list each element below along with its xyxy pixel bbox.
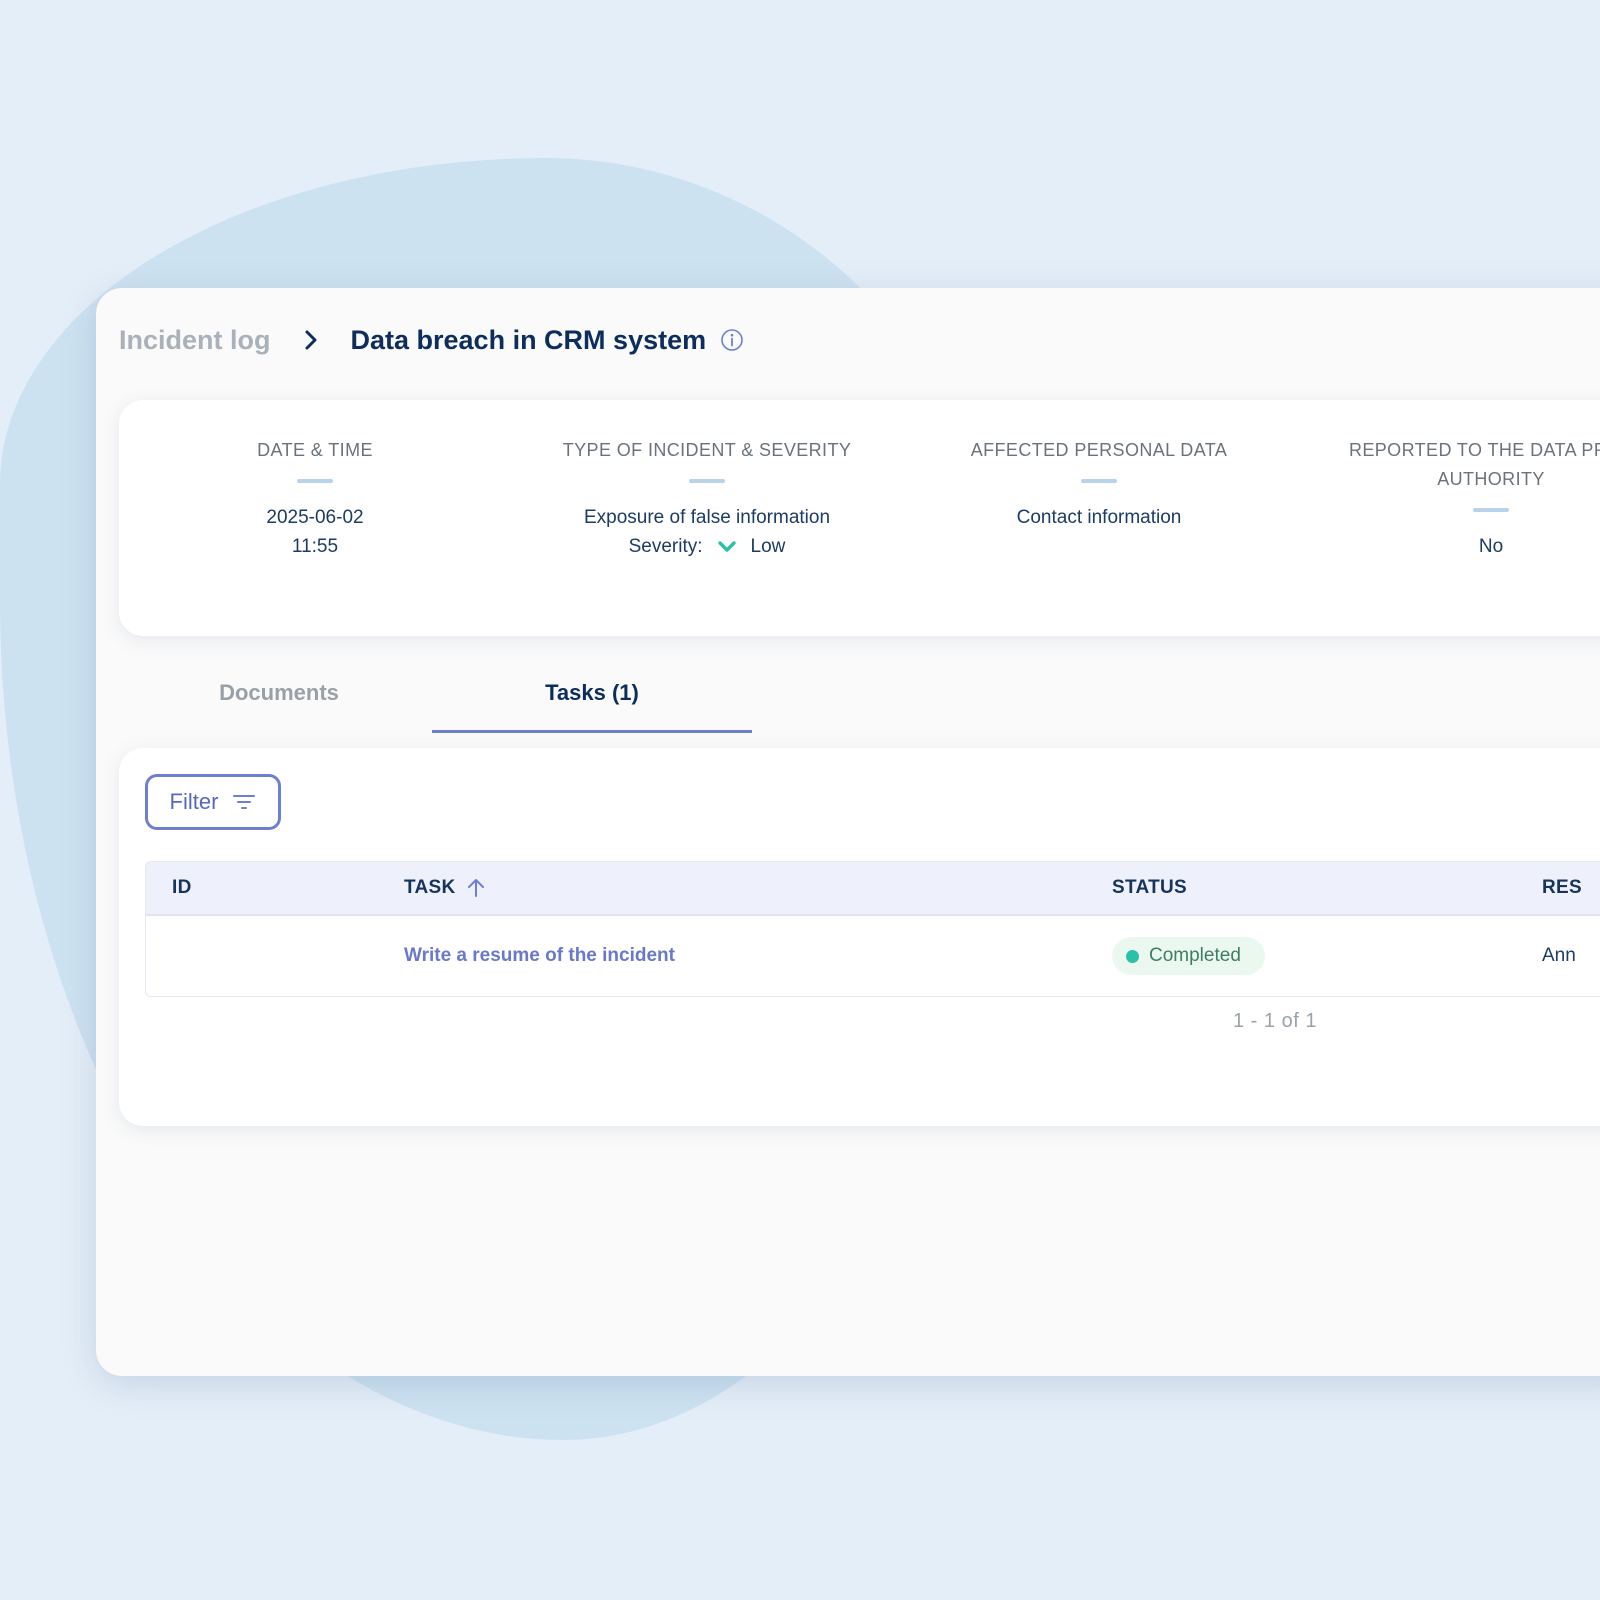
tab-tasks[interactable]: Tasks (1) [432,656,752,733]
summary-label: TYPE OF INCIDENT & SEVERITY [562,440,852,460]
summary-divider [1081,479,1117,483]
column-header-task[interactable]: TASK [404,862,486,914]
summary-divider [297,479,333,483]
status-label: Completed [1149,945,1241,966]
incident-summary-card: DATE & TIME 2025-06-02 11:55 TYPE OF INC… [119,400,1600,636]
tab-bar: Documents Tasks (1) [119,656,819,733]
column-header-id[interactable]: ID [172,862,192,914]
status-badge: Completed [1112,937,1265,975]
table-header: ID TASK STATUS RES [146,862,1600,916]
breadcrumb: Incident log Data breach in CRM system [119,318,744,362]
summary-label: AFFECTED PERSONAL DATA [970,440,1228,460]
incident-type: Exposure of false information [583,507,831,528]
summary-reported: REPORTED TO THE DATA PROT AUTHORITY No [1295,436,1600,561]
severity-label: Severity: [628,536,703,557]
filter-icon [232,792,256,812]
status-dot-icon [1126,949,1139,963]
tasks-table-card: Filter ID TASK STATUS RES Write a resume [119,748,1600,1126]
severity-value: Low [750,536,786,557]
page-title: Data breach in CRM system [350,324,707,355]
tab-documents[interactable]: Documents [119,656,439,730]
summary-label: DATE & TIME [257,440,373,460]
column-header-task-label: TASK [404,877,456,898]
chevron-right-icon [289,329,333,351]
affected-data-value: Contact information [1016,507,1182,528]
summary-time: 11:55 [291,536,339,557]
task-link[interactable]: Write a resume of the incident [404,916,675,996]
column-header-status[interactable]: STATUS [1112,862,1187,914]
reported-value: No [1478,536,1504,557]
cell-status: Completed [1112,916,1265,996]
table-row[interactable]: Write a resume of the incident Completed… [146,916,1600,996]
incident-detail-panel: Incident log Data breach in CRM system D… [96,288,1600,1376]
pagination-info: 1 - 1 of 1 [1233,1010,1317,1032]
summary-type-severity: TYPE OF INCIDENT & SEVERITY Exposure of … [511,436,903,561]
summary-date: 2025-06-02 [266,507,364,528]
summary-divider [689,479,725,483]
arrow-up-icon [466,877,486,899]
chevron-down-icon [717,540,737,554]
summary-date-time: DATE & TIME 2025-06-02 11:55 [119,436,511,561]
info-icon[interactable] [720,328,744,352]
column-header-responsible[interactable]: RES [1542,862,1582,914]
filter-label: Filter [169,789,219,814]
severity-row: Severity: Low [511,532,903,561]
cell-responsible: Ann [1542,945,1576,966]
breadcrumb-incident-log-link[interactable]: Incident log [119,325,271,356]
summary-label-line2: AUTHORITY [1437,469,1545,489]
filter-button[interactable]: Filter [145,774,281,830]
summary-divider [1473,508,1509,512]
summary-affected-data: AFFECTED PERSONAL DATA Contact informati… [903,436,1295,532]
tasks-table: ID TASK STATUS RES Write a resume of the… [145,861,1600,997]
summary-label-line1: REPORTED TO THE DATA PROT [1348,440,1600,460]
